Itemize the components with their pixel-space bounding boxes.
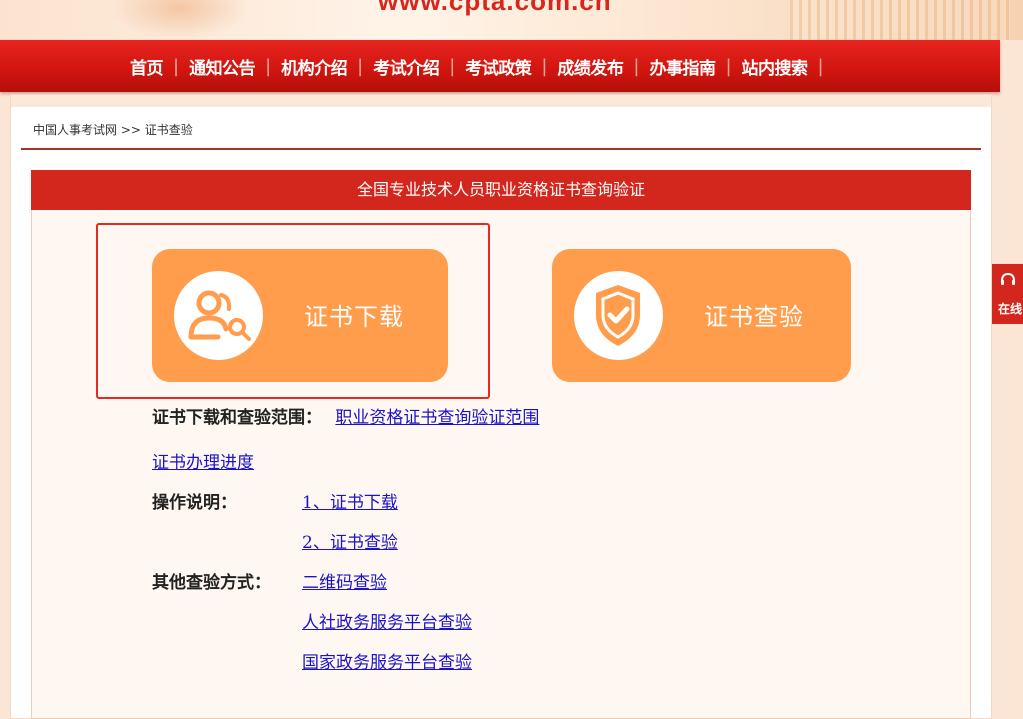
other-link-row-2: 人社政务服务平台查验 xyxy=(302,608,472,633)
scope-link[interactable]: 职业资格证书查询验证范围 xyxy=(335,408,539,428)
shield-check-icon xyxy=(574,271,663,360)
breadcrumb-current: 证书查验 xyxy=(144,123,193,137)
nav-item-about[interactable]: 机构介绍 xyxy=(271,54,357,79)
nav-item-guide[interactable]: 办事指南 xyxy=(639,54,725,79)
scope-label: 证书下载和查验范围： xyxy=(152,408,322,428)
other-link-row-3: 国家政务服务平台查验 xyxy=(302,648,472,673)
nav-separator: | xyxy=(817,55,824,77)
banner-url-text: www.cpta.com.cn xyxy=(378,0,612,16)
other-label-text: 其他查验方式： xyxy=(152,573,271,593)
progress-row: 证书办理进度 xyxy=(152,448,254,473)
other-link-row-1: 二维码查验 xyxy=(302,568,387,593)
certificate-query-box: 全国专业技术人员职业资格证书查询验证 证书下载 证书查验 证书下载和查验范围： … xyxy=(31,170,971,719)
progress-link[interactable]: 证书办理进度 xyxy=(152,453,254,473)
nav-item-exam-policy[interactable]: 考试政策 xyxy=(455,54,541,79)
box-title: 全国专业技术人员职业资格证书查询验证 xyxy=(31,170,971,210)
breadcrumb-divider xyxy=(21,148,981,150)
nav-item-scores[interactable]: 成绩发布 xyxy=(547,54,633,79)
banner-decoration-right xyxy=(790,0,1010,40)
ops-label: 操作说明： xyxy=(152,488,237,513)
main-nav: 首页 | 通知公告 | 机构介绍 | 考试介绍 | 考试政策 | 成绩发布 | 办事指南 | … xyxy=(0,40,1000,92)
panel-top-strip xyxy=(11,95,991,107)
user-search-icon xyxy=(174,271,263,360)
national-platform-verify-link[interactable]: 国家政务服务平台查验 xyxy=(302,653,472,673)
nav-item-home[interactable]: 首页 xyxy=(120,54,173,79)
content-panel: 中国人事考试网 >> 证书查验 全国专业技术人员职业资格证书查询验证 证书下载 xyxy=(10,94,992,719)
ops-download-link[interactable]: 1、证书下载 xyxy=(302,493,398,513)
nav-item-exam-intro[interactable]: 考试介绍 xyxy=(363,54,449,79)
other-label: 其他查验方式： xyxy=(152,568,271,593)
online-service-tab[interactable]: 在线 xyxy=(992,264,1023,324)
breadcrumb-separator: >> xyxy=(120,123,141,137)
ops-label-text: 操作说明： xyxy=(152,493,237,513)
headset-icon xyxy=(1001,272,1015,285)
certificate-verify-button[interactable]: 证书查验 xyxy=(552,249,851,382)
ops-verify-link[interactable]: 2、证书查验 xyxy=(302,533,398,553)
top-banner: www.cpta.com.cn xyxy=(0,0,1023,40)
nav-list: 首页 | 通知公告 | 机构介绍 | 考试介绍 | 考试政策 | 成绩发布 | 办事指南 | … xyxy=(120,40,824,92)
nav-item-notices[interactable]: 通知公告 xyxy=(179,54,265,79)
verify-card-label: 证书查验 xyxy=(704,303,804,331)
scope-row: 证书下载和查验范围： 职业资格证书查询验证范围 xyxy=(152,403,539,428)
breadcrumb: 中国人事考试网 >> 证书查验 xyxy=(33,121,193,138)
banner-decoration-left xyxy=(110,0,250,40)
online-service-label: 在线 xyxy=(998,302,1023,316)
qrcode-verify-link[interactable]: 二维码查验 xyxy=(302,573,387,593)
breadcrumb-home-link[interactable]: 中国人事考试网 xyxy=(33,123,117,137)
ops-link-row-1: 1、证书下载 xyxy=(302,488,398,513)
hrss-platform-verify-link[interactable]: 人社政务服务平台查验 xyxy=(302,613,472,633)
nav-item-search[interactable]: 站内搜索 xyxy=(732,54,818,79)
certificate-download-button[interactable]: 证书下载 xyxy=(152,249,448,382)
ops-link-row-2: 2、证书查验 xyxy=(302,528,398,553)
download-card-label: 证书下载 xyxy=(304,303,404,331)
